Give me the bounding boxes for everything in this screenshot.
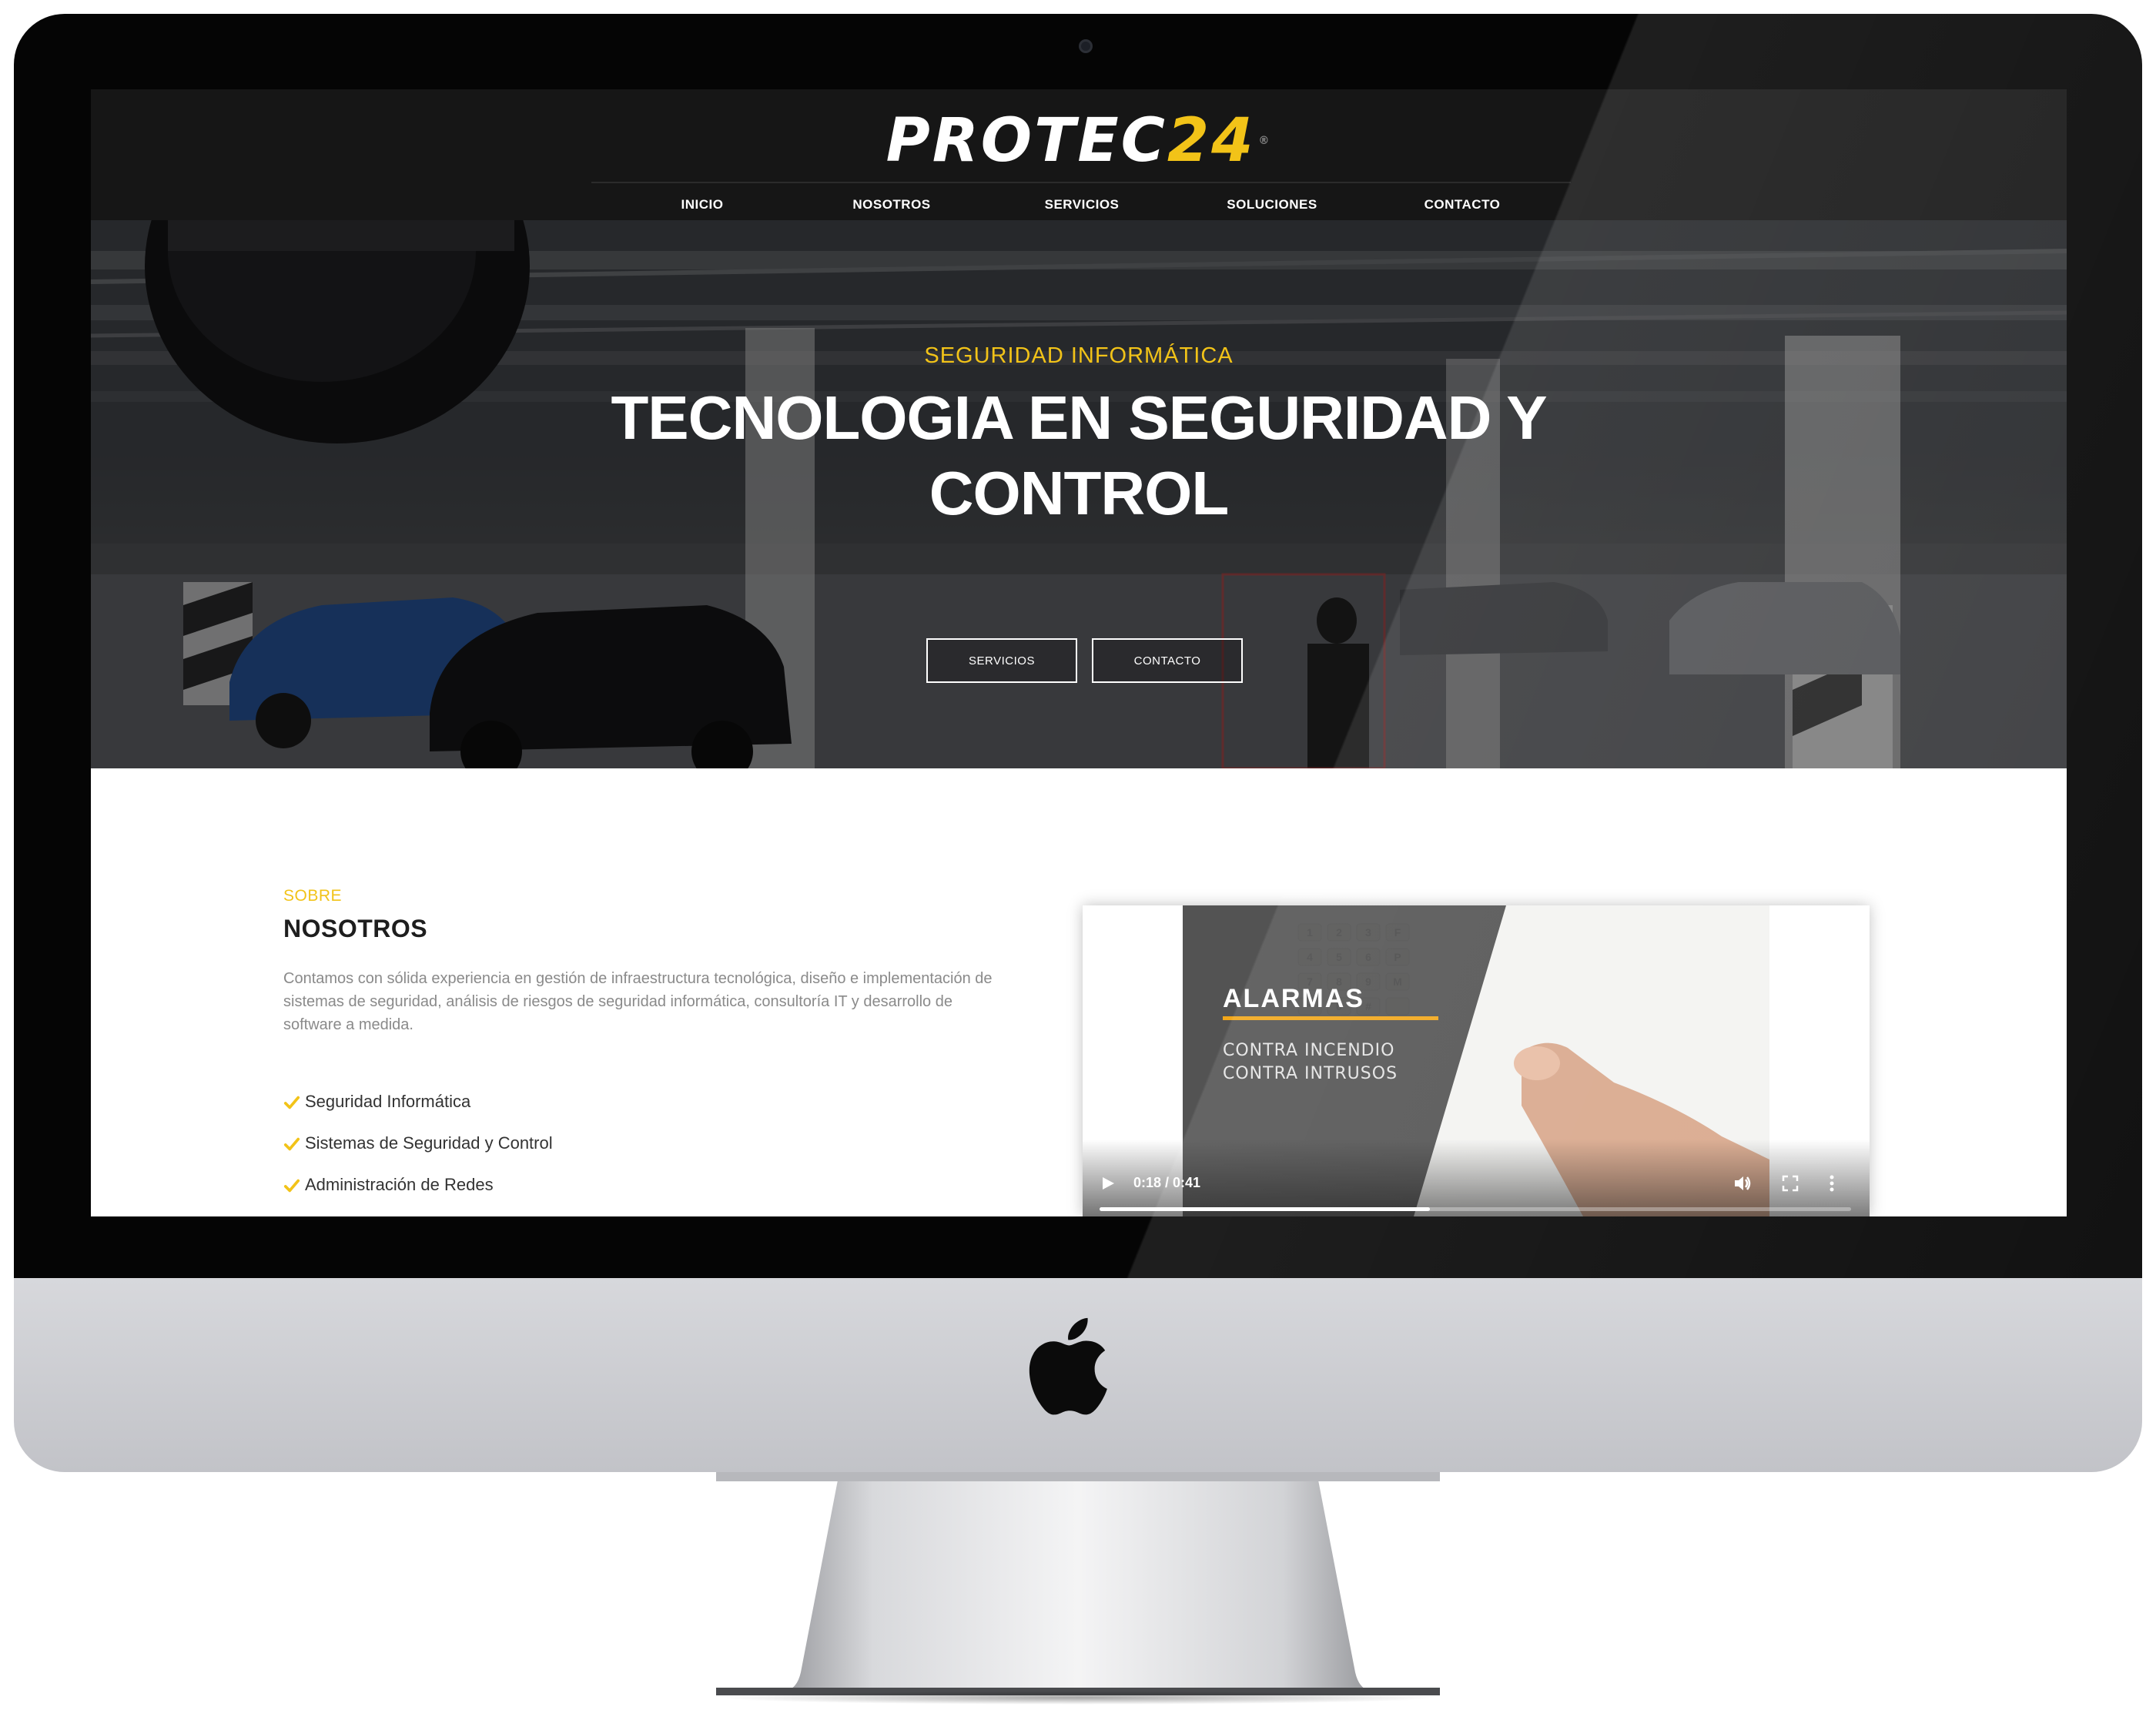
stand-shadow <box>716 1691 1440 1705</box>
nav-item-soluciones[interactable]: SOLUCIONES <box>1227 197 1317 212</box>
about-title: NOSOTROS <box>283 915 428 942</box>
about-kicker: SOBRE <box>283 887 343 905</box>
hero-kicker: SEGURIDAD INFORMÁTICA <box>924 343 1234 368</box>
about-description: Contamos con sólida experiencia en gesti… <box>283 970 993 1033</box>
video-progress-bar[interactable] <box>1100 1207 1851 1211</box>
hero-title: TECNOLOGIA EN SEGURIDAD Y CONTROL <box>91 380 2067 531</box>
logo-number: 24 <box>1167 106 1256 176</box>
video-progress-fill <box>1100 1207 1431 1211</box>
play-icon[interactable] <box>1100 1175 1116 1192</box>
video-subtitle-1: CONTRA INCENDIO <box>1223 1041 1395 1060</box>
contacto-button[interactable]: CONTACTO <box>1092 638 1243 683</box>
nav-divider <box>591 182 1571 183</box>
list-item: Seguridad Informática <box>283 1092 899 1133</box>
hero-title-line2: CONTROL <box>929 459 1230 527</box>
video-heading-underline <box>1223 1016 1438 1020</box>
imac-stand <box>716 1472 1440 1695</box>
check-icon <box>283 1179 300 1193</box>
check-icon <box>283 1137 300 1151</box>
nav-item-nosotros[interactable]: NOSOTROS <box>852 197 930 212</box>
video-time: 0:18 / 0:41 <box>1133 1175 1201 1190</box>
hero-banner: SEGURIDAD INFORMÁTICA TECNOLOGIA EN SEGU… <box>91 220 2067 768</box>
apple-logo-icon <box>1029 1317 1107 1415</box>
list-item-label: Sistemas de Seguridad y Control <box>305 1133 553 1153</box>
fullscreen-icon[interactable] <box>1782 1175 1799 1192</box>
site-header: PROTEC24 ® INICIO NOSOTROS SERVICIOS SOLU… <box>91 89 2067 220</box>
camera <box>1079 39 1093 53</box>
list-item-label: Administración de Redes <box>305 1175 494 1194</box>
check-icon <box>283 1096 300 1109</box>
main-nav: INICIO NOSOTROS SERVICIOS SOLUCIONES CON… <box>591 197 1571 217</box>
nav-item-inicio[interactable]: INICIO <box>681 197 724 212</box>
logo-trademark: ® <box>1258 135 1272 147</box>
services-checklist: Seguridad Informática Sistemas de Seguri… <box>283 1092 899 1216</box>
logo-text: PROTEC <box>886 106 1167 176</box>
list-item: Administración de Redes <box>283 1175 899 1216</box>
nav-item-contacto[interactable]: CONTACTO <box>1424 197 1501 212</box>
protec24-logo[interactable]: PROTEC24 ® <box>91 106 2067 176</box>
servicios-button[interactable]: SERVICIOS <box>926 638 1077 683</box>
video-subtitle-2: CONTRA INTRUSOS <box>1223 1064 1398 1083</box>
list-item: Sistemas de Seguridad y Control <box>283 1133 899 1175</box>
imac-bezel: PROTEC24 ® INICIO NOSOTROS SERVICIOS SOLU… <box>14 14 2142 1278</box>
browser-screen: PROTEC24 ® INICIO NOSOTROS SERVICIOS SOLU… <box>91 89 2067 1216</box>
volume-icon[interactable] <box>1732 1173 1753 1193</box>
more-options-icon[interactable] <box>1828 1173 1836 1193</box>
video-player[interactable]: 123F456P789M*0# ALARMAS CONTRA INCENDIO … <box>1083 905 1870 1216</box>
nav-item-servicios[interactable]: SERVICIOS <box>1045 197 1120 212</box>
video-heading: ALARMAS <box>1223 984 1364 1013</box>
hero-title-line1: TECNOLOGIA EN SEGURIDAD Y <box>611 383 1547 452</box>
list-item-label: Seguridad Informática <box>305 1092 471 1111</box>
